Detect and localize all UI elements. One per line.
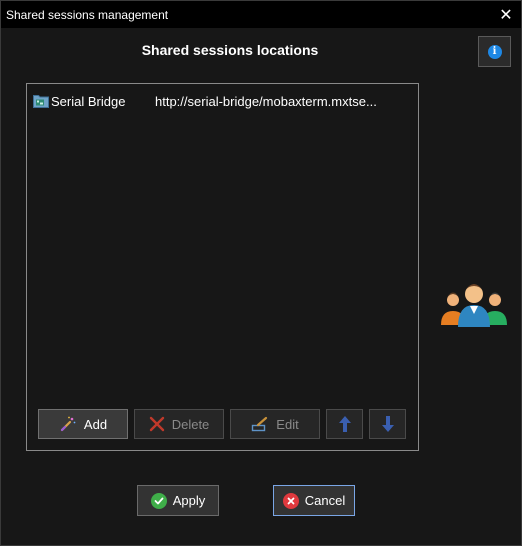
- move-up-button[interactable]: [326, 409, 363, 439]
- cancel-x-icon: [282, 492, 299, 509]
- users-group-icon: [441, 284, 507, 327]
- apply-label: Apply: [172, 493, 206, 508]
- window-title: Shared sessions management: [6, 7, 169, 22]
- move-down-button[interactable]: [369, 409, 406, 439]
- edit-pencil-icon: [252, 416, 268, 432]
- add-label: Add: [83, 416, 108, 432]
- info-icon: i: [487, 44, 502, 59]
- apply-button[interactable]: Apply: [137, 485, 219, 516]
- session-url: http://serial-bridge/mobaxterm.mxtse...: [155, 93, 377, 109]
- session-name: Serial Bridge: [51, 93, 126, 109]
- edit-label: Edit: [276, 416, 299, 432]
- arrow-up-icon: [338, 416, 351, 432]
- delete-button[interactable]: Delete: [134, 409, 224, 439]
- check-icon: [150, 492, 167, 509]
- delete-label: Delete: [171, 416, 210, 432]
- info-button[interactable]: i: [478, 36, 511, 67]
- arrow-down-icon: [381, 416, 394, 432]
- dialog-window: Shared sessions management ✕ Shared sess…: [0, 0, 522, 546]
- edit-button[interactable]: Edit: [230, 409, 320, 439]
- title-bar: Shared sessions management ✕: [1, 1, 521, 28]
- sessions-panel: Serial Bridge http://serial-bridge/mobax…: [26, 83, 419, 451]
- cancel-button[interactable]: Cancel: [273, 485, 355, 516]
- folder-session-icon: [33, 95, 49, 108]
- page-title: Shared sessions locations: [141, 42, 319, 58]
- cancel-label: Cancel: [304, 493, 346, 508]
- add-button[interactable]: Add: [38, 409, 128, 439]
- close-icon: ✕: [499, 6, 513, 24]
- close-button[interactable]: ✕: [491, 1, 521, 28]
- delete-x-icon: [149, 416, 164, 432]
- magic-wand-icon: [60, 416, 76, 432]
- list-item[interactable]: Serial Bridge http://serial-bridge/mobax…: [33, 92, 413, 110]
